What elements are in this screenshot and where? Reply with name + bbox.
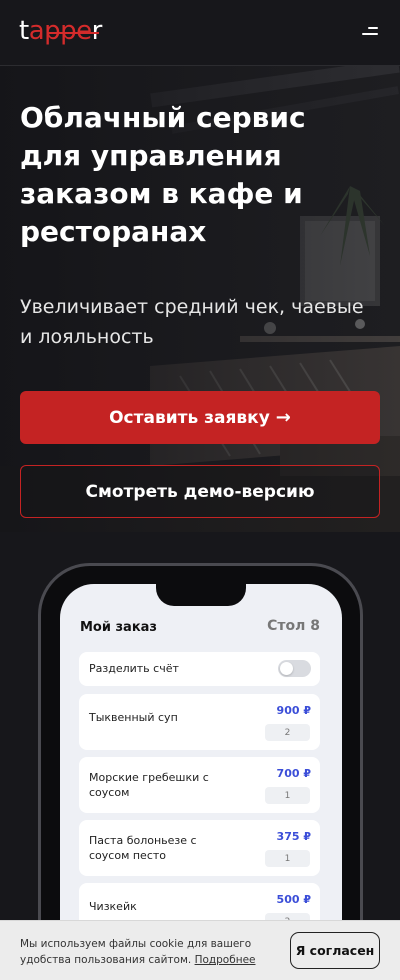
cookie-more-link[interactable]: Подробнее bbox=[195, 954, 256, 966]
request-button-label: Оставить заявку bbox=[109, 407, 270, 428]
logo-letter-t: t bbox=[19, 16, 29, 46]
item-name: Морские гребешки с соусом bbox=[89, 771, 209, 799]
logo-letter-r: r bbox=[91, 16, 103, 46]
hero-section: Облачный сервис для управления заказом в… bbox=[0, 66, 400, 532]
item-name: Чизкейк bbox=[89, 900, 137, 913]
site-header: tapper bbox=[0, 0, 400, 66]
request-button[interactable]: Оставить заявку → bbox=[20, 391, 380, 444]
item-name: Паста болоньезе с соусом песто bbox=[89, 834, 197, 862]
split-bill-card: Разделить счёт bbox=[79, 652, 320, 686]
cookie-accept-button[interactable]: Я согласен bbox=[290, 932, 380, 969]
tapper-logo[interactable]: tapper bbox=[19, 16, 102, 46]
logo-strike-line bbox=[48, 32, 99, 34]
item-price: 375 ₽ bbox=[276, 830, 311, 843]
cookie-banner: Мы используем файлы cookie для вашего уд… bbox=[0, 920, 400, 980]
order-title: Мой заказ bbox=[80, 620, 157, 635]
item-price: 700 ₽ bbox=[276, 767, 311, 780]
item-name: Тыквенный суп bbox=[89, 711, 178, 724]
order-item[interactable]: Морские гребешки с соусом 700 ₽ 1 bbox=[79, 757, 320, 813]
arrow-right-icon: → bbox=[275, 407, 291, 428]
hamburger-menu-icon[interactable] bbox=[358, 25, 378, 39]
phone-notch bbox=[156, 584, 246, 606]
order-item[interactable]: Паста болоньезе с соусом песто 375 ₽ 1 bbox=[79, 820, 320, 876]
order-item[interactable]: Тыквенный суп 900 ₽ 2 bbox=[79, 694, 320, 750]
cookie-text: Мы используем файлы cookie для вашего уд… bbox=[20, 936, 270, 968]
split-bill-toggle[interactable] bbox=[278, 660, 311, 677]
table-label: Стол 8 bbox=[267, 618, 320, 634]
item-price: 900 ₽ bbox=[276, 704, 311, 717]
split-bill-label: Разделить счёт bbox=[89, 662, 179, 675]
hero-title: Облачный сервис для управления заказом в… bbox=[20, 101, 306, 248]
logo-letters-appe: appe bbox=[28, 16, 92, 46]
hero-subtitle: Увеличивает средний чек, чаевые и лояльн… bbox=[20, 296, 364, 348]
item-price: 500 ₽ bbox=[276, 893, 311, 906]
item-quantity[interactable]: 2 bbox=[265, 724, 310, 741]
demo-button[interactable]: Смотреть демо-версию bbox=[20, 465, 380, 518]
demo-button-label: Смотреть демо-версию bbox=[85, 481, 315, 502]
item-quantity[interactable]: 1 bbox=[265, 850, 310, 867]
item-quantity[interactable]: 1 bbox=[265, 787, 310, 804]
